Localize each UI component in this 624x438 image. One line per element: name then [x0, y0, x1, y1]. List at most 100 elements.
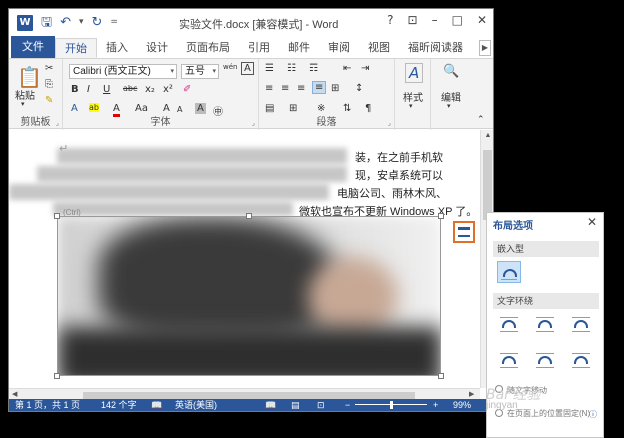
vertical-scroll-thumb[interactable]: [483, 150, 492, 220]
italic-icon[interactable]: I: [87, 84, 90, 95]
strikethrough-icon[interactable]: abc: [123, 84, 137, 93]
align-left-icon[interactable]: ≡: [265, 83, 273, 94]
layout-pane-close-icon[interactable]: ✕: [587, 215, 597, 229]
info-icon[interactable]: ⓘ: [589, 409, 597, 420]
word-logo-icon[interactable]: W: [17, 14, 33, 31]
customize-qat-icon[interactable]: =: [110, 18, 118, 27]
zoom-level[interactable]: 99%: [453, 399, 471, 411]
styles-icon[interactable]: A: [405, 63, 424, 83]
clear-formatting-icon[interactable]: ✐: [183, 84, 191, 95]
close-icon[interactable]: ✕: [477, 13, 487, 27]
styles-dropdown-icon[interactable]: ▾: [409, 102, 413, 110]
paragraph-launcher-icon[interactable]: ⌟: [388, 119, 391, 127]
word-count[interactable]: 142 个字: [101, 399, 137, 411]
underline-icon[interactable]: U: [103, 84, 110, 95]
language-indicator[interactable]: 英语(美国): [175, 399, 217, 411]
layout-options-button[interactable]: [453, 221, 475, 243]
align-right-icon[interactable]: ≡: [297, 83, 305, 94]
tab-page-layout[interactable]: 页面布局: [177, 38, 239, 58]
format-painter-icon[interactable]: ✎: [45, 95, 53, 106]
undo-icon[interactable]: ↶: [60, 16, 71, 29]
inserted-image[interactable]: [57, 216, 441, 376]
tab-mailings[interactable]: 邮件: [279, 38, 319, 58]
tab-view[interactable]: 视图: [359, 38, 399, 58]
scroll-left-icon[interactable]: ◀: [12, 390, 17, 398]
wrap-tight-icon[interactable]: [533, 313, 557, 335]
print-layout-icon[interactable]: ▤: [291, 399, 300, 411]
tab-foxit-reader[interactable]: 福昕阅读器: [399, 38, 472, 58]
clipboard-launcher-icon[interactable]: ⌟: [56, 119, 59, 127]
highlight-icon[interactable]: ab: [89, 103, 99, 112]
tab-insert[interactable]: 插入: [97, 38, 137, 58]
numbering-icon[interactable]: ☷: [287, 63, 296, 74]
minimize-icon[interactable]: –: [432, 13, 438, 27]
copy-icon[interactable]: ⎘: [45, 79, 53, 90]
scroll-right-icon[interactable]: ▶: [469, 390, 474, 398]
resize-handle-top-right[interactable]: [438, 213, 444, 219]
tab-scroll-right-icon[interactable]: ▶: [479, 40, 491, 56]
page-count[interactable]: 第 1 页，共 1 页: [15, 399, 80, 411]
char-border-icon[interactable]: A: [241, 62, 254, 75]
zoom-in-icon[interactable]: +: [433, 399, 438, 411]
decrease-indent-icon[interactable]: ⇤: [343, 63, 351, 74]
superscript-icon[interactable]: x²: [163, 84, 173, 95]
resize-handle-bottom-right[interactable]: [438, 373, 444, 379]
paste-icon[interactable]: 📋: [17, 65, 42, 89]
wrap-behind-text-icon[interactable]: [533, 349, 557, 371]
resize-handle-bottom-left[interactable]: [54, 373, 60, 379]
wrap-inline-icon[interactable]: [497, 261, 521, 283]
subscript-icon[interactable]: x₂: [145, 84, 155, 95]
image-bottom-area: [58, 327, 440, 375]
styles-button[interactable]: 样式: [403, 89, 423, 104]
paste-dropdown-icon[interactable]: ▾: [21, 100, 25, 108]
web-layout-icon[interactable]: ⊡: [317, 399, 325, 411]
maximize-icon[interactable]: □: [452, 13, 463, 27]
redo-icon[interactable]: ↻: [92, 16, 103, 29]
distributed-icon[interactable]: ⊞: [331, 83, 339, 94]
cut-icon[interactable]: ✂: [45, 63, 53, 74]
line-spacing-icon[interactable]: ↕: [355, 83, 363, 94]
collapse-ribbon-icon[interactable]: ⌃: [477, 115, 485, 125]
tab-review[interactable]: 审阅: [319, 38, 359, 58]
wrap-in-front-icon[interactable]: [569, 349, 593, 371]
tab-design[interactable]: 设计: [137, 38, 177, 58]
tab-home[interactable]: 开始: [55, 38, 97, 58]
font-launcher-icon[interactable]: ⌟: [252, 119, 255, 127]
redacted-text-line-4: [53, 202, 293, 216]
font-size-dropdown-icon[interactable]: ▾: [212, 65, 216, 78]
image-hand-area: [308, 257, 398, 337]
bullets-icon[interactable]: ☰: [265, 63, 274, 74]
wrap-top-bottom-icon[interactable]: [497, 349, 521, 371]
find-icon[interactable]: 🔍: [443, 64, 459, 79]
editing-dropdown-icon[interactable]: ▾: [447, 102, 451, 110]
font-name-dropdown-icon[interactable]: ▾: [170, 65, 174, 78]
resize-handle-top-middle[interactable]: [246, 213, 252, 219]
phonetic-guide-icon[interactable]: wén: [223, 63, 237, 71]
ribbon-display-options-icon[interactable]: ⊡: [408, 13, 418, 27]
paste-button[interactable]: 粘贴: [15, 87, 35, 102]
document-area[interactable]: ↵ 装，在之前手机软 现，安卓系统可以 电脑公司、雨林木风、 微软也宣布不更新 …: [9, 130, 480, 388]
align-center-icon[interactable]: ≡: [281, 83, 289, 94]
tab-file[interactable]: 文件: [11, 36, 55, 58]
zoom-out-icon[interactable]: −: [345, 399, 350, 411]
wrap-square-icon[interactable]: [497, 313, 521, 335]
help-icon[interactable]: ?: [387, 13, 393, 27]
scroll-up-icon[interactable]: ▲: [483, 132, 493, 139]
increase-indent-icon[interactable]: ⇥: [361, 63, 369, 74]
read-mode-icon[interactable]: 📖: [265, 399, 276, 411]
justify-icon[interactable]: ≡: [312, 81, 327, 94]
proofing-icon[interactable]: 📖: [151, 399, 162, 411]
inline-section-header: 嵌入型: [493, 241, 599, 257]
font-name-combo[interactable]: Calibri (西文正文) ▾: [69, 64, 177, 79]
fix-on-page-label: 在页面上的位置固定(N): [507, 409, 591, 418]
bold-icon[interactable]: B: [71, 84, 79, 95]
undo-dropdown-icon[interactable]: ▾: [79, 18, 84, 27]
save-icon[interactable]: 🖫: [41, 16, 52, 29]
font-size-combo[interactable]: 五号 ▾: [181, 64, 219, 79]
zoom-slider-knob[interactable]: [390, 401, 393, 409]
resize-handle-top-left[interactable]: [54, 213, 60, 219]
wrap-through-icon[interactable]: [569, 313, 593, 335]
multilevel-list-icon[interactable]: ☶: [309, 63, 318, 74]
tab-references[interactable]: 引用: [239, 38, 279, 58]
editing-button[interactable]: 编辑: [441, 89, 461, 104]
